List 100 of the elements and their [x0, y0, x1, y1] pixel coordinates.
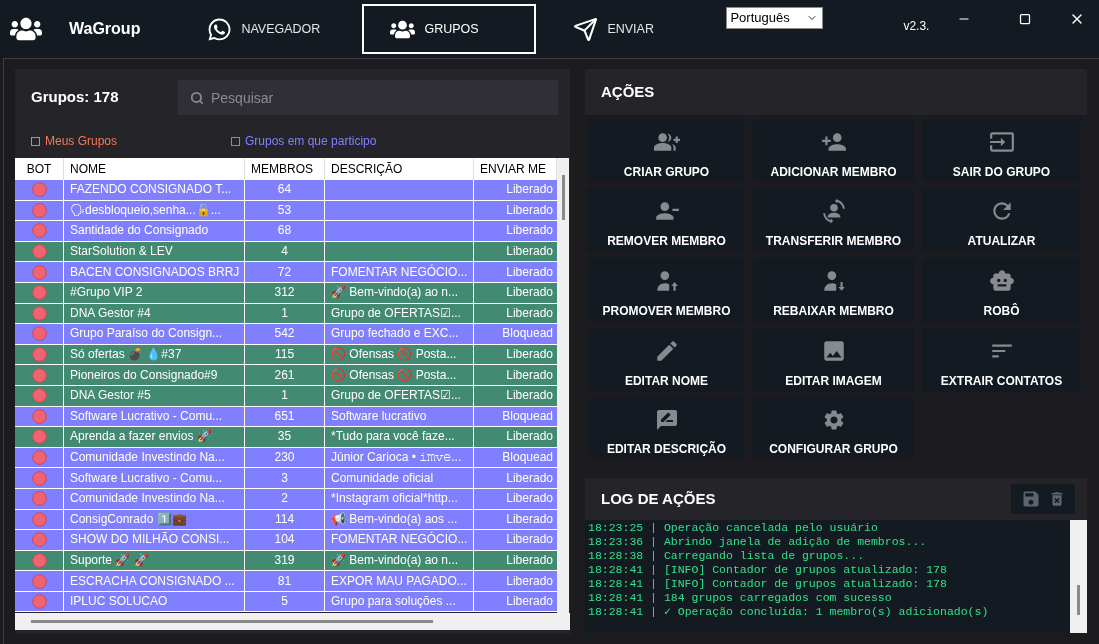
maximize-icon[interactable]	[1019, 13, 1032, 25]
table-cell: FOMENTAR NEGÓCIO...	[325, 262, 474, 282]
person-circular-arrows-icon	[820, 198, 847, 224]
action-button[interactable]: CRIAR GRUPO	[588, 119, 745, 182]
table-cell-text: Liberado	[505, 366, 554, 384]
table-cell-text: Liberado	[505, 201, 554, 219]
table-cell-text: Liberado	[505, 181, 554, 199]
table-cell: Grupo fechado e EXC...	[325, 324, 474, 344]
table-cell-text: Liberado	[505, 428, 554, 446]
table-cell: EXPOR MAU PAGADO...	[325, 571, 474, 591]
action-button[interactable]: REBAIXAR MEMBRO	[753, 258, 914, 322]
table-cell: Comunidade Investindo Na...	[64, 447, 245, 468]
table-cell-text: Liberado	[505, 284, 554, 302]
table-cell: Santidade do Consignado	[64, 221, 245, 241]
table-cell: Software lucrativo	[325, 406, 474, 427]
table-cell: 651	[245, 406, 325, 427]
table-cell: 2	[245, 488, 325, 509]
table-cell-text: Bloquead	[501, 325, 554, 343]
table-row[interactable]: Suporte 🚀 🚀 319 🚀 Bem-vindo(a) ao n... Liberado	[15, 550, 557, 572]
action-button[interactable]: ROBÔ	[922, 258, 1081, 322]
robot-icon	[988, 268, 1015, 294]
table-cell-text: Liberado	[505, 593, 554, 611]
table-cell: Grupo Paraíso do Consign...	[64, 324, 245, 344]
table-cell: 81	[245, 571, 325, 591]
table-cell: Comunidade oficial	[325, 468, 474, 488]
log-line: 18:28:38 | Carregando lista de grupos...	[588, 549, 866, 563]
table-cell: FAZENDO CONSIGNADO T...	[64, 180, 245, 200]
table-cell: ESCRACHA CONSIGNADO ...	[64, 571, 245, 591]
table-row[interactable]: #Grupo VIP 2 312 🚀 Bem-vindo(a) ao n... Liberado	[15, 282, 557, 304]
table-cell-text: Liberado	[505, 510, 554, 528]
action-button[interactable]: EDITAR DESCRIÇÃO	[588, 398, 745, 458]
table-cell: 1	[245, 303, 325, 324]
search-icon	[190, 91, 204, 105]
table-cell: FOMENTAR NEGÓCIO...	[325, 530, 474, 550]
app-title: WaGroup	[69, 19, 141, 39]
table-cell: Júnior Carioca • 𝚒𝚖𝚟𝚎...	[325, 447, 474, 468]
log-line: 18:28:41 | 184 grupos carregados com sucesso	[588, 591, 893, 605]
nav-tab[interactable]: NAVEGADOR	[179, 4, 354, 54]
table-cell-text: Liberado	[505, 469, 554, 487]
table-cell: 🚫 Ofensas 🚫 Posta...	[325, 365, 474, 385]
vertical-scrollbar[interactable]	[1070, 520, 1087, 633]
table-cell-text: Liberado	[505, 346, 554, 364]
horizontal-scrollbar[interactable]	[15, 613, 570, 630]
table-cell: #Grupo VIP 2	[64, 282, 245, 303]
table-cell: 35	[245, 427, 325, 447]
table-cell: 312	[245, 282, 325, 303]
table-cell: 542	[245, 324, 325, 344]
table-cell-text: Bloquead	[501, 407, 554, 425]
version-label: v2.3.	[903, 18, 930, 35]
table-cell: *Tudo para você faze...	[325, 427, 474, 447]
table-cell: DNA Gestor #5	[64, 385, 245, 406]
language-select[interactable]: Português	[726, 7, 824, 29]
table-cell-text: Liberado	[505, 222, 554, 240]
table-row[interactable]: Aprenda a fazer envios 🚀 35 *Tudo para você faze... Liberado	[15, 427, 557, 448]
table-cell: 🚫 Ofensas 🚫 Posta...	[325, 344, 474, 365]
action-button[interactable]: TRANSFERIR MEMBRO	[753, 188, 914, 252]
table-row[interactable]: Só ofertas 💣 💧#37 115 🚫 Ofensas 🚫 Posta... Liberado	[15, 344, 557, 366]
table-row[interactable]: Pioneiros do Consignado#9 261 🚫 Ofensas 🚫 Posta... Liberado	[15, 365, 557, 386]
table-cell: 64	[245, 180, 325, 200]
search-field[interactable]: Pesquisar	[178, 80, 558, 115]
log-line: 18:28:41 | ✓ Operação concluída: 1 membro(s) adicionado(s)	[588, 605, 990, 619]
table-cell: 230	[245, 447, 325, 468]
action-button[interactable]: CONFIGURAR GRUPO	[753, 398, 914, 458]
table-cell: 5	[245, 591, 325, 612]
log-line: 18:23:36 | Abrindo janela de adição de membros...	[588, 535, 928, 549]
table-cell: StarSolution & LEV	[64, 241, 245, 262]
table-cell: 🚀 Bem-vindo(a) ao n...	[325, 550, 474, 571]
action-button[interactable]: EXTRAIR CONTATOS	[922, 328, 1081, 392]
table-cell: ConsigConrado 1⃣💼	[64, 509, 245, 530]
table-cell: 319	[245, 550, 325, 571]
table-cell: Software Lucrativo - Comu...	[64, 468, 245, 488]
section-title: AÇÕES	[601, 81, 655, 102]
legend-label: Grupos em que participo	[245, 133, 377, 150]
nav-tab[interactable]: GRUPOS	[362, 4, 537, 54]
table-cell: 🚀 Bem-vindo(a) ao n...	[325, 282, 474, 303]
table-cell-text: Liberado	[505, 490, 554, 508]
table-cell: 114	[245, 509, 325, 530]
action-button[interactable]: EDITAR IMAGEM	[753, 328, 914, 392]
action-button[interactable]: PROMOVER MEMBRO	[588, 258, 745, 322]
vertical-scrollbar[interactable]	[557, 158, 569, 613]
arrow-into-box-icon	[988, 129, 1015, 155]
table-cell-text: Liberado	[505, 552, 554, 569]
table-cell: IPLUC SOLUCAO	[64, 591, 245, 612]
legend-label: Meus Grupos	[45, 133, 118, 150]
table-row[interactable]: DNA Gestor #5 1 Grupo de OFERTAS☑... Liberado	[15, 385, 557, 407]
action-button[interactable]: SAIR DO GRUPO	[922, 119, 1081, 182]
action-button[interactable]: REMOVER MEMBRO	[588, 188, 745, 252]
table-cell: DNA Gestor #4	[64, 303, 245, 324]
table-row[interactable]: DNA Gestor #4 1 Grupo de OFERTAS☑... Liberado	[15, 303, 557, 325]
table-row[interactable]: StarSolution & LEV 4 Liberado	[15, 241, 557, 263]
table-cell: BACEN CONSIGNADOS BRRJ	[64, 262, 245, 282]
action-button[interactable]: ADICIONAR MEMBRO	[753, 119, 914, 182]
action-button[interactable]: EDITAR NOME	[588, 328, 745, 392]
table-cell: Pioneiros do Consignado#9	[64, 365, 245, 385]
nav-tab[interactable]: ENVIAR	[545, 4, 720, 54]
table-cell: 72	[245, 262, 325, 282]
table-cell: Comunidade Investindo Na...	[64, 488, 245, 509]
action-button[interactable]: ATUALIZAR	[922, 188, 1081, 252]
table-cell-text: Liberado	[505, 263, 554, 281]
table-cell: Só ofertas 💣 💧#37	[64, 344, 245, 365]
